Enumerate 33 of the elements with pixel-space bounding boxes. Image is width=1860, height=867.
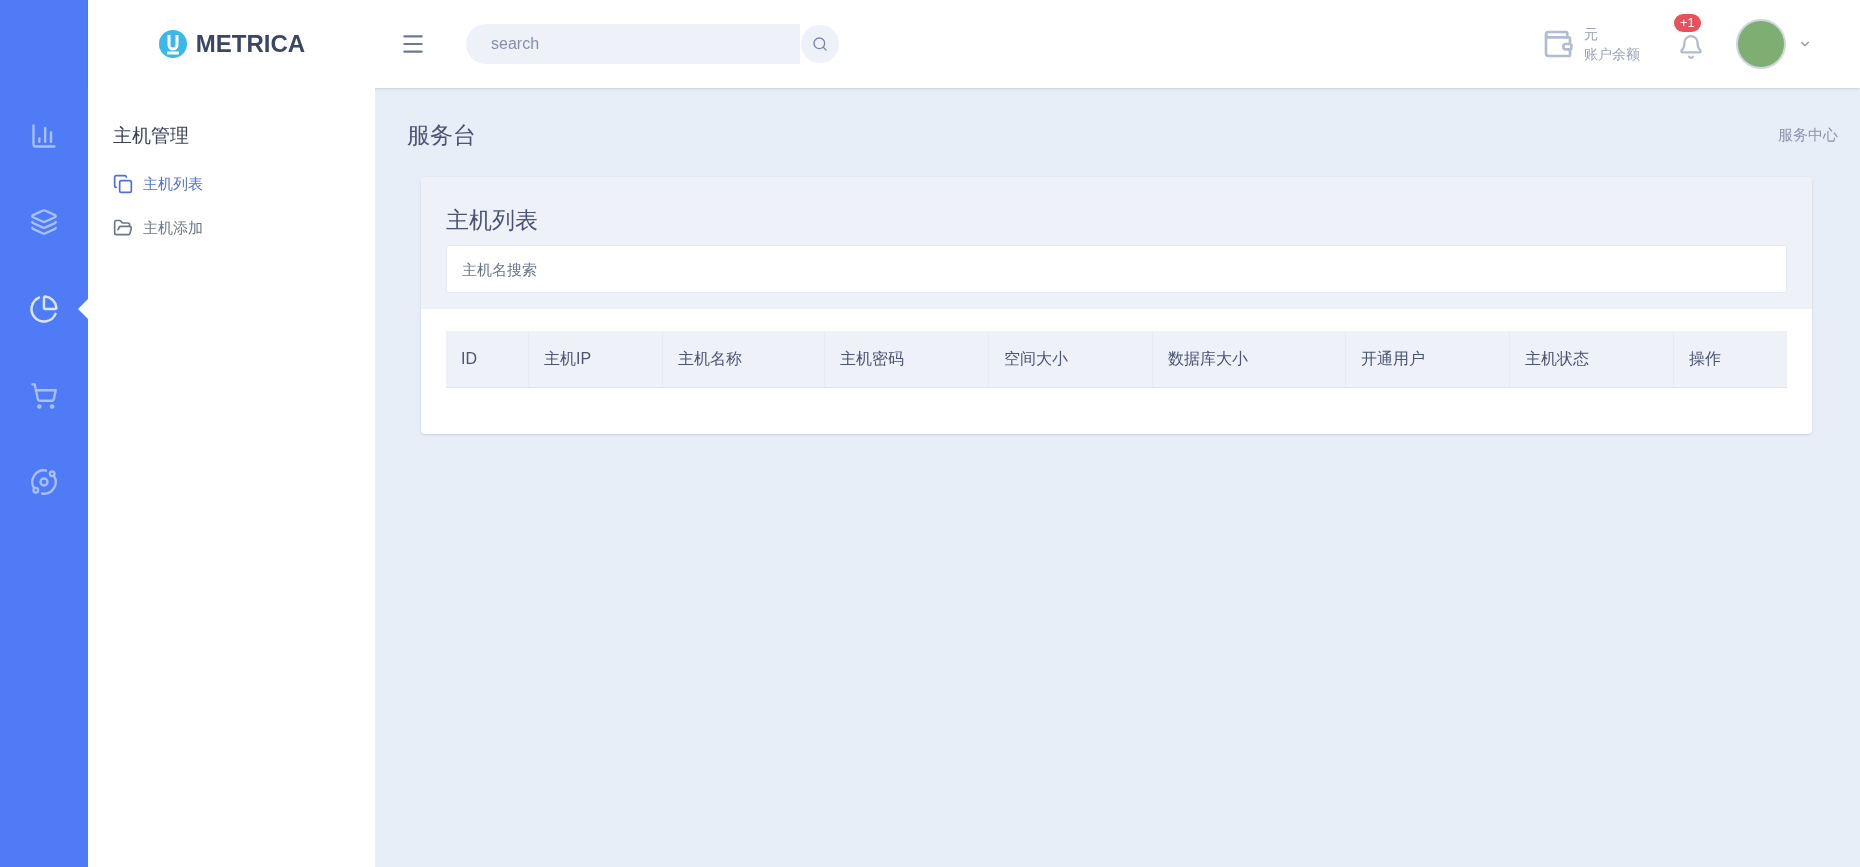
- bar-chart-icon[interactable]: [30, 122, 58, 150]
- search-icon: [812, 36, 828, 52]
- card-title: 主机列表: [446, 205, 539, 235]
- column-header: 数据库大小: [1153, 331, 1346, 387]
- notification-badge: +1: [1674, 14, 1701, 32]
- column-header: 主机状态: [1510, 331, 1674, 387]
- column-header: 主机IP: [529, 331, 663, 387]
- column-header: ID: [446, 331, 529, 387]
- balance-amount: 元: [1584, 25, 1599, 44]
- breadcrumb-link[interactable]: 服务中心: [1778, 124, 1838, 147]
- sidebar-title: 主机管理: [113, 124, 190, 148]
- wallet-icon: [1542, 28, 1574, 60]
- column-header: 开通用户: [1346, 331, 1510, 387]
- search-button[interactable]: [800, 24, 840, 64]
- bell-icon[interactable]: [1678, 34, 1704, 60]
- planet-icon[interactable]: [30, 468, 58, 496]
- pie-chart-icon[interactable]: [29, 294, 59, 324]
- column-header: 空间大小: [989, 331, 1153, 387]
- column-header: 主机名称: [663, 331, 825, 387]
- host-search-field[interactable]: 主机名搜索: [446, 245, 1787, 293]
- logo-text: METRICA: [195, 29, 306, 59]
- cart-icon[interactable]: [30, 382, 58, 410]
- sidebar-item[interactable]: 主机添加: [113, 217, 375, 240]
- layers-icon[interactable]: [30, 208, 58, 236]
- column-header: 操作: [1688, 349, 1722, 369]
- balance-label: 账户余额: [1584, 45, 1640, 64]
- logo-icon: [157, 29, 188, 59]
- column-header: 主机密码: [825, 331, 989, 387]
- avatar[interactable]: [1736, 19, 1786, 69]
- page-title: 服务台: [407, 121, 476, 150]
- sidebar-item[interactable]: 主机列表: [113, 172, 375, 195]
- copy-icon: [113, 173, 133, 194]
- search-field[interactable]: search: [466, 24, 800, 64]
